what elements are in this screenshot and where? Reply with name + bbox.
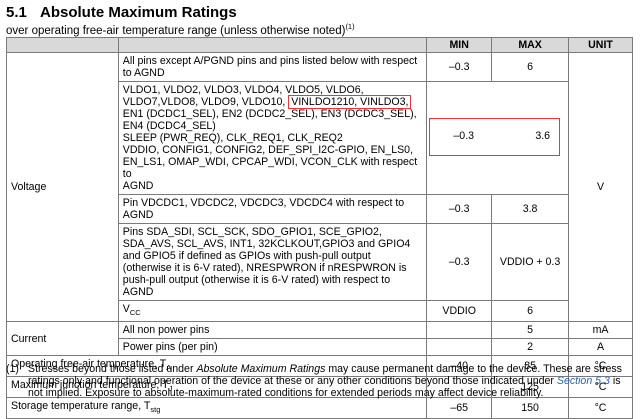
current-parameter: Current <box>6 321 119 357</box>
header-unit: UNIT <box>568 37 633 53</box>
condition-cell: All pins except A/PGND pins and pins lis… <box>117 52 428 82</box>
condition-line: SLEEP (PWR_REQ), CLK_REQ1, CLK_REQ2 <box>122 132 343 144</box>
unit-cell: A <box>568 338 633 357</box>
absolute-max-ratings-table: MIN MAX UNIT Voltage All pins except A/P… <box>5 37 633 419</box>
max-cell: 6 <box>491 299 570 323</box>
max-cell: 3.6 <box>535 130 551 142</box>
footnote-part: Stresses beyond those listed under <box>28 363 197 375</box>
max-cell: 6 <box>491 52 570 82</box>
condition-cell: Pin VDCDC1, VDCDC2, VDCDC3, VDCDC4 with … <box>117 194 428 224</box>
condition-line: VLDO7,VLDO8, VLDO9, VLDO10, <box>122 96 289 108</box>
footnote-marker: (1) <box>6 363 19 375</box>
max-cell: 2 <box>491 338 570 357</box>
highlighted-pins: VINLDO1210, VINLDO3, <box>288 95 412 109</box>
min-cell <box>426 338 493 357</box>
condition-line: EN4 (DCDC4_SEL) <box>122 120 216 132</box>
max-cell: 3.8 <box>491 194 570 224</box>
condition-cell: VLDO1, VLDO2, VLDO3, VLDO4, VLDO5, VLDO6… <box>117 81 428 195</box>
table-subtitle: over operating free-air temperature rang… <box>6 22 355 37</box>
header-parameter <box>6 37 119 53</box>
min-cell <box>426 321 493 340</box>
vcc-symbol: V <box>122 303 130 315</box>
condition-line: VDDIO, CONFIG1, CONFIG2, DEF_SPI_I2C-GPI… <box>122 144 414 156</box>
section-title: Absolute Maximum Ratings <box>40 4 237 21</box>
section-number: 5.1 <box>6 4 27 21</box>
subtitle-note-ref: (1) <box>345 22 355 31</box>
parameter-text: Storage temperature range, T <box>11 400 151 413</box>
voltage-parameter: Voltage <box>6 51 119 323</box>
table-row: Current All non power pins 5 mA <box>6 321 633 357</box>
min-cell: –0.3 <box>453 130 475 142</box>
footnote: (1) Stresses beyond those listed under A… <box>6 363 634 399</box>
condition-cell: All non power pins <box>117 321 428 340</box>
highlighted-range-cell: –0.3 3.6 <box>426 81 570 195</box>
footnote-emphasis: Absolute Maximum Ratings <box>196 363 326 375</box>
condition-cell: Power pins (per pin) <box>117 338 428 357</box>
table-row: Voltage All pins except A/PGND pins and … <box>6 51 633 323</box>
footnote-text: Stresses beyond those listed under Absol… <box>28 363 634 399</box>
min-cell: VDDIO <box>426 299 493 323</box>
condition-line: EN_LS1, OMAP_WDI, CPCAP_WDI, VCON_CLK wi… <box>122 156 418 180</box>
section-link[interactable]: Section 5.3 <box>557 375 610 387</box>
table-header-row: MIN MAX UNIT <box>6 37 633 53</box>
min-cell: –0.3 <box>426 223 493 301</box>
header-condition <box>117 37 428 53</box>
header-max: MAX <box>491 37 570 53</box>
section-heading: 5.1 Absolute Maximum Ratings <box>6 4 237 21</box>
max-cell: VDDIO + 0.3 <box>491 223 570 301</box>
min-cell: –0.3 <box>426 194 493 224</box>
condition-line: EN1 (DCDC1_SEL), EN2 (DCDC2_SEL), EN3 (D… <box>122 108 417 120</box>
voltage-unit: V <box>568 51 633 323</box>
condition-cell: Pins SDA_SDI, SCL_SCK, SDO_GPIO1, SCE_GP… <box>117 223 428 301</box>
max-cell: 5 <box>491 321 570 340</box>
subtitle-text: over operating free-air temperature rang… <box>6 24 346 37</box>
unit-cell: mA <box>568 321 633 340</box>
min-cell: –0.3 <box>426 52 493 82</box>
condition-line: AGND <box>122 180 154 192</box>
vcc-subscript: CC <box>129 308 141 318</box>
parameter-subscript: stg <box>150 405 161 415</box>
header-min: MIN <box>426 37 493 53</box>
condition-cell: VCC <box>117 299 428 323</box>
